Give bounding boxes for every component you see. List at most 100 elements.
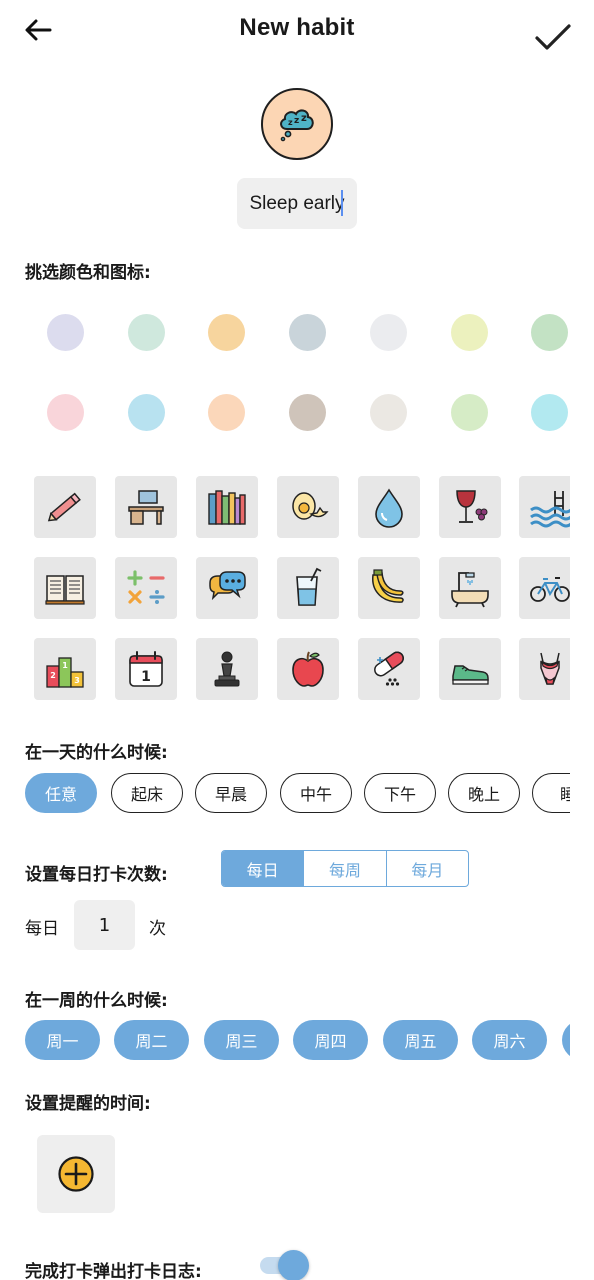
header: New habit <box>0 0 594 70</box>
count-prefix: 每日 <box>25 919 59 939</box>
icon-tile[interactable] <box>519 557 570 619</box>
icon-tile[interactable] <box>519 638 570 700</box>
page-title: New habit <box>239 14 355 41</box>
habit-icon-preview[interactable]: z z z <box>261 88 333 160</box>
time-of-day-label: 在一天的什么时候: <box>25 743 168 763</box>
text-caret <box>341 190 343 216</box>
svg-text:z: z <box>288 118 293 127</box>
icon-tile[interactable]: 2 1 3 <box>34 638 96 700</box>
color-swatch[interactable] <box>451 394 488 431</box>
color-swatch[interactable] <box>47 394 84 431</box>
icon-tile[interactable] <box>115 476 177 538</box>
open-book-icon <box>45 575 85 605</box>
color-row-2 <box>0 392 570 452</box>
time-chip[interactable]: 起床 <box>111 773 183 813</box>
confirm-button[interactable] <box>530 18 576 58</box>
time-chip[interactable]: 晚上 <box>448 773 520 813</box>
color-swatch[interactable] <box>531 394 568 431</box>
color-icon-label: 挑选颜色和图标: <box>25 263 151 283</box>
count-suffix: 次 <box>149 919 166 939</box>
icon-grid: 2 1 3 1 <box>0 476 570 706</box>
podium-number: 1 <box>62 661 68 670</box>
podium-number: 2 <box>50 671 56 680</box>
color-swatch[interactable] <box>451 314 488 351</box>
color-swatch[interactable] <box>289 314 326 351</box>
color-swatch[interactable] <box>208 314 245 351</box>
week-day-chip[interactable]: 周三 <box>204 1020 279 1060</box>
icon-tile[interactable] <box>277 557 339 619</box>
svg-text:z: z <box>301 113 307 124</box>
week-day-chip[interactable]: 周四 <box>293 1020 368 1060</box>
icon-tile[interactable] <box>439 557 501 619</box>
time-chip[interactable]: 中午 <box>280 773 352 813</box>
icon-tile[interactable] <box>34 476 96 538</box>
reminder-label: 设置提醒的时间: <box>25 1094 151 1114</box>
icon-tile[interactable] <box>34 557 96 619</box>
week-day-chips: 周一 周二 周三 周四 周五 周六 周日 <box>0 1020 570 1060</box>
banana-icon <box>372 569 404 603</box>
time-chip[interactable]: 下午 <box>364 773 436 813</box>
icon-tile[interactable] <box>439 476 501 538</box>
habit-name-input[interactable] <box>237 178 357 229</box>
color-swatch[interactable] <box>531 314 568 351</box>
time-chip[interactable]: 早晨 <box>195 773 267 813</box>
frequency-tab-daily[interactable]: 每日 <box>222 851 304 886</box>
color-swatch[interactable] <box>128 314 165 351</box>
swimming-pool-icon <box>530 491 570 528</box>
icon-tile[interactable] <box>277 638 339 700</box>
week-day-chip[interactable]: 周二 <box>114 1020 189 1060</box>
books-icon <box>208 490 246 525</box>
frequency-tab-monthly[interactable]: 每月 <box>385 851 468 886</box>
week-day-chip[interactable]: 周五 <box>383 1020 458 1060</box>
icon-tile[interactable]: 1 <box>115 638 177 700</box>
week-day-chip[interactable]: 周日 <box>562 1020 570 1060</box>
icon-tile[interactable] <box>115 557 177 619</box>
icon-tile[interactable] <box>277 476 339 538</box>
time-of-day-chips: 任意 起床 早晨 中午 下午 晚上 睡 <box>0 773 570 813</box>
color-swatch[interactable] <box>128 394 165 431</box>
week-days-label: 在一周的什么时候: <box>25 991 168 1011</box>
time-chip[interactable]: 任意 <box>25 773 97 813</box>
back-button[interactable] <box>18 12 58 48</box>
add-reminder-button[interactable] <box>37 1135 115 1213</box>
color-swatch[interactable] <box>47 314 84 351</box>
icon-tile[interactable] <box>196 557 258 619</box>
icon-tile[interactable] <box>519 476 570 538</box>
wine-icon <box>456 490 488 523</box>
icon-tile[interactable] <box>358 557 420 619</box>
plus-circle-icon <box>58 1156 94 1192</box>
week-day-chip[interactable]: 周六 <box>472 1020 547 1060</box>
svg-text:z: z <box>294 116 299 126</box>
podium-number: 3 <box>74 676 80 685</box>
bathtub-icon <box>451 572 489 608</box>
week-day-chip[interactable]: 周一 <box>25 1020 100 1060</box>
time-chip[interactable]: 睡 <box>532 773 570 813</box>
icon-tile[interactable] <box>439 638 501 700</box>
frequency-selector: 每日 每周 每月 <box>221 850 469 887</box>
popup-log-toggle[interactable] <box>258 1248 310 1280</box>
color-swatch[interactable] <box>370 394 407 431</box>
icon-tile[interactable] <box>358 638 420 700</box>
chess-pawn-icon <box>214 651 240 687</box>
frequency-tab-weekly[interactable]: 每周 <box>303 851 385 886</box>
drink-icon <box>296 567 322 606</box>
math-symbols-icon <box>127 570 165 604</box>
water-drop-icon <box>375 488 403 528</box>
calendar-icon: 1 <box>129 651 163 687</box>
color-swatch[interactable] <box>370 314 407 351</box>
icon-tile[interactable] <box>358 476 420 538</box>
sleep-bubble-icon: z z z <box>280 109 314 142</box>
arrow-left-icon <box>25 19 52 41</box>
daily-count-label: 设置每日打卡次数: <box>25 865 168 885</box>
swimsuit-icon <box>540 652 560 685</box>
checkmark-icon <box>535 24 571 50</box>
icon-tile[interactable] <box>196 638 258 700</box>
toggle-thumb <box>278 1250 309 1280</box>
count-input[interactable]: 1 <box>74 900 135 950</box>
egg-icon <box>292 492 329 520</box>
color-swatch[interactable] <box>289 394 326 431</box>
pill-icon <box>374 651 404 686</box>
color-swatch[interactable] <box>208 394 245 431</box>
icon-tile[interactable] <box>196 476 258 538</box>
calendar-day: 1 <box>141 669 151 685</box>
